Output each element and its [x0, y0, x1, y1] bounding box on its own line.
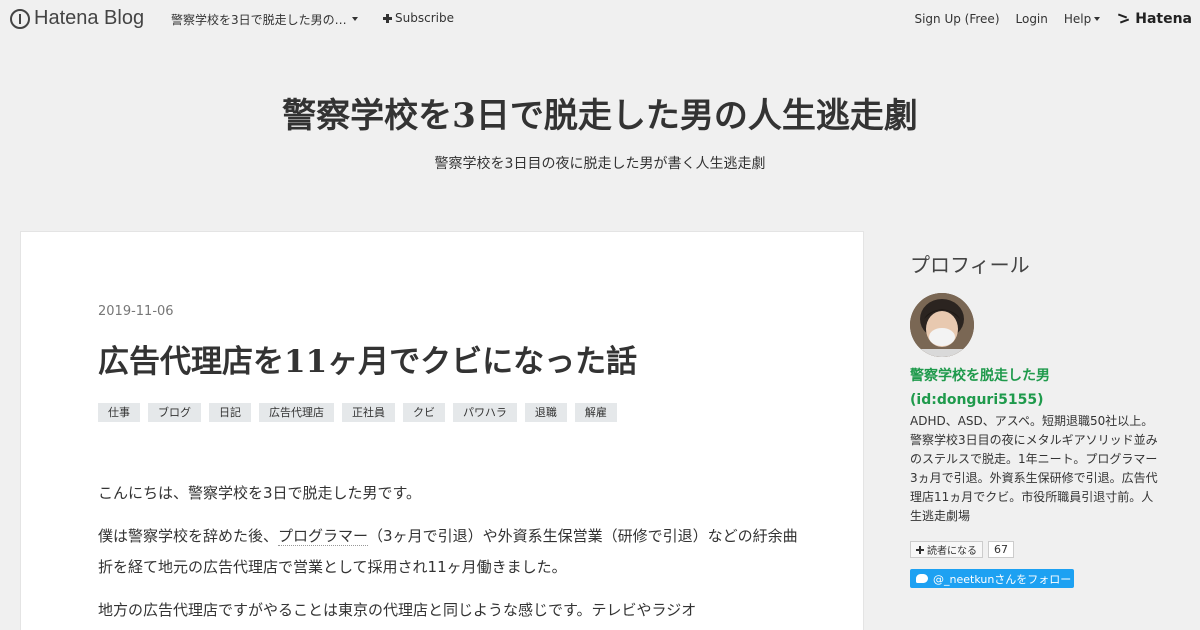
- plus-icon: [916, 545, 924, 554]
- tag[interactable]: 日記: [209, 403, 251, 422]
- help-label: Help: [1063, 12, 1092, 26]
- tag[interactable]: 退職: [524, 403, 567, 422]
- caret-down-icon: [1094, 17, 1101, 21]
- tag[interactable]: パワハラ: [453, 403, 517, 422]
- tag[interactable]: クビ: [403, 403, 445, 422]
- profile-id: (id:donguri5155): [910, 392, 1044, 408]
- subscribe-label: Subscribe: [395, 11, 454, 25]
- hatena-blog-icon: [10, 8, 30, 29]
- follow-label: @_neetkunさんをフォロー: [933, 572, 1072, 586]
- avatar[interactable]: [910, 293, 974, 357]
- entry-article: 2019-11-06 広告代理店を11ヶ月でクビになった話 仕事 ブログ 日記 …: [20, 231, 864, 630]
- entry-tags: 仕事 ブログ 日記 広告代理店 正社員 クビ パワハラ 退職 解雇: [98, 403, 617, 422]
- blog-title[interactable]: 警察学校を3日で脱走した男の人生逃走劇: [0, 88, 1200, 137]
- paragraph: 僕は警察学校を辞めた後、プログラマー（3ヶ月で引退）や外資系生保営業（研修で引退…: [98, 521, 798, 583]
- keyword-link[interactable]: プログラマー: [278, 527, 369, 546]
- hatena-label: Hatena: [1135, 11, 1192, 27]
- profile-bio: ADHD、ASD、アスペ。短期退職50社以上。警察学校3日目の夜にメタルギアソリ…: [910, 414, 1158, 523]
- entry-title[interactable]: 広告代理店を11ヶ月でクビになった話: [98, 336, 637, 381]
- chevron-down-icon[interactable]: [352, 17, 358, 21]
- hatena-icon: [1118, 14, 1132, 24]
- tag[interactable]: ブログ: [148, 403, 201, 422]
- blog-description: 警察学校を3日目の夜に脱走した男が書く人生逃走劇: [434, 156, 766, 172]
- global-header: Hatena Blog 警察学校を3日で脱走した男の… Subscribe Si…: [0, 0, 1200, 36]
- hatena-blog-logo[interactable]: Hatena Blog: [10, 7, 144, 30]
- profile-name[interactable]: 警察学校を脱走した男 (id:donguri5155): [910, 364, 1170, 412]
- avatar-image: [910, 293, 974, 357]
- profile-heading: プロフィール: [910, 255, 1030, 277]
- logo-text: Hatena Blog: [34, 7, 145, 29]
- blog-switcher[interactable]: 警察学校を3日で脱走した男の…: [171, 11, 347, 28]
- paragraph: こんにちは、警察学校を3日で脱走した男です。: [98, 484, 422, 502]
- tag[interactable]: 正社員: [342, 403, 395, 422]
- tag[interactable]: 仕事: [98, 403, 140, 422]
- login-link[interactable]: Login: [1016, 12, 1048, 26]
- tag[interactable]: 広告代理店: [259, 403, 334, 422]
- entry-date[interactable]: 2019-11-06: [98, 304, 174, 319]
- hatena-logo[interactable]: Hatena: [1118, 11, 1192, 27]
- signup-link[interactable]: Sign Up (Free): [914, 12, 999, 26]
- tag[interactable]: 解雇: [574, 403, 617, 422]
- help-menu[interactable]: Help: [1063, 12, 1101, 26]
- header-right-nav: Sign Up (Free) Login Help Hatena: [914, 11, 1192, 27]
- paragraph-text: 僕は警察学校を辞めた後、: [98, 527, 279, 545]
- plus-icon: [383, 13, 392, 23]
- sidebar-profile: プロフィール 警察学校を脱走した男 (id:donguri5155) ADHD、…: [910, 249, 1170, 588]
- subscribe-button[interactable]: Subscribe: [383, 11, 454, 25]
- reader-widget: 読者になる 67: [910, 541, 1014, 558]
- reader-count[interactable]: 67: [988, 541, 1014, 558]
- twitter-bird-icon: [916, 574, 928, 583]
- twitter-follow-button[interactable]: @_neetkunさんをフォロー: [910, 569, 1074, 588]
- profile-display-name: 警察学校を脱走した男: [910, 368, 1050, 384]
- reader-button-label: 読者になる: [927, 546, 977, 557]
- become-reader-button[interactable]: 読者になる: [910, 541, 983, 558]
- paragraph: 地方の広告代理店ですがやることは東京の代理店と同じような感じです。テレビやラジオ: [98, 601, 697, 619]
- entry-body: こんにちは、警察学校を3日で脱走した男です。 僕は警察学校を辞めた後、プログラマ…: [98, 478, 798, 630]
